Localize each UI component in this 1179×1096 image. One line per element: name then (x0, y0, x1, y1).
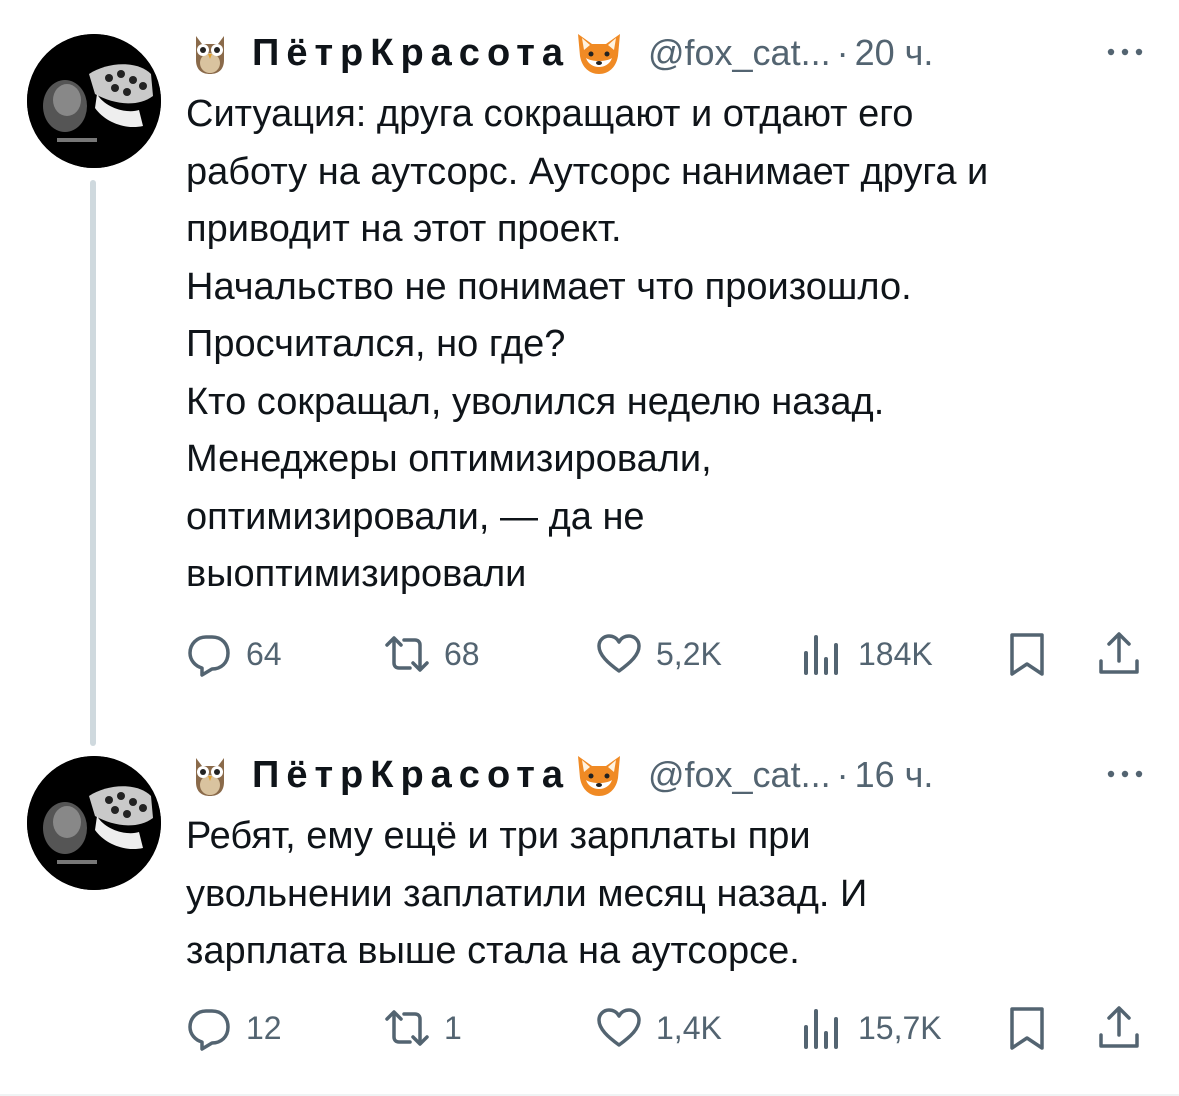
tweet[interactable]: ПётрКрасота @fox_cat... · 20 ч. Ситуация… (0, 0, 1179, 746)
tweet-header: ПётрКрасота @fox_cat... · 16 ч. (190, 750, 933, 800)
tweet-text-line: зарплата выше стала на аутсорсе. (186, 930, 800, 972)
views-button[interactable]: 15,7K (798, 1000, 942, 1056)
tweet-text-line: увольнении заплатили месяц назад. И (186, 872, 868, 915)
bookmark-icon (1010, 1007, 1044, 1050)
handle[interactable]: @fox_cat... (648, 754, 831, 796)
more-horizontal-icon[interactable] (1105, 42, 1145, 62)
retweet-count: 1 (444, 1009, 462, 1046)
views-button[interactable]: 184K (798, 626, 933, 682)
display-name[interactable]: ПётрКрасота (252, 754, 570, 797)
owl-icon (190, 752, 230, 798)
display-name[interactable]: ПётрКрасота (252, 32, 570, 75)
retweet-button[interactable]: 68 (384, 626, 480, 682)
tweet-text-line: Менеджеры оптимизировали, (186, 438, 712, 480)
tweet-text: Ситуация: друга сокращают и отдают его р… (186, 86, 1161, 604)
reply-icon (188, 635, 230, 677)
like-count: 1,4K (656, 1009, 722, 1046)
timestamp[interactable]: 20 ч. (855, 32, 934, 74)
tweet-text-line: Ситуация: друга сокращают и отдают его (186, 93, 914, 135)
tweet[interactable]: ПётрКрасота @fox_cat... · 16 ч. Ребят, е… (0, 720, 1179, 1090)
more-horizontal-icon[interactable] (1105, 764, 1145, 784)
timestamp[interactable]: 16 ч. (855, 754, 934, 796)
retweet-icon (385, 636, 429, 672)
like-count: 5,2K (656, 635, 722, 672)
share-icon (1099, 1006, 1139, 1048)
tweet-text-line: Кто сокращал, уволился неделю назад. (186, 380, 885, 423)
tweet-text-line: приводит на этот проект. (186, 208, 622, 250)
avatar[interactable] (27, 756, 161, 890)
bookmark-button[interactable] (1004, 626, 1050, 682)
share-button[interactable] (1096, 1000, 1142, 1056)
retweet-icon (385, 1010, 429, 1046)
reply-count: 12 (246, 1009, 282, 1046)
fox-face-icon (574, 752, 624, 798)
tweet-text-line: оптимизировали, — да не (186, 495, 645, 538)
heart-icon (597, 634, 641, 673)
tweet-text-line: Просчитался, но где? (186, 323, 566, 365)
bookmark-icon (1010, 633, 1044, 676)
views-icon (804, 635, 838, 675)
tweet-text-line: Ребят, ему ещё и три зарплаты при (186, 815, 811, 857)
bookmark-button[interactable] (1004, 1000, 1050, 1056)
share-icon (1099, 632, 1139, 674)
tweet-text-line: Начальство не понимает что произошло. (186, 265, 912, 308)
retweet-button[interactable]: 1 (384, 1000, 462, 1056)
views-count: 15,7K (858, 1009, 942, 1046)
views-count: 184K (858, 635, 933, 672)
tweet-text-line: выоптимизировали (186, 553, 527, 595)
fox-face-icon (574, 30, 624, 76)
tweet-text: Ребят, ему ещё и три зарплаты при увольн… (186, 808, 1161, 981)
like-button[interactable]: 5,2K (596, 626, 722, 682)
action-bar: 64 68 5,2K 184K (0, 626, 1179, 682)
share-button[interactable] (1096, 626, 1142, 682)
tweet-text-line: работу на аутсорс. Аутсорс нанимает друг… (186, 150, 989, 193)
separator-dot: · (836, 754, 849, 795)
views-icon (804, 1009, 838, 1049)
action-bar: 12 1 1,4K 15,7K (0, 1000, 1179, 1056)
reply-button[interactable]: 64 (186, 626, 282, 682)
reply-icon (188, 1009, 230, 1051)
tweet-header: ПётрКрасота @fox_cat... · 20 ч. (190, 28, 933, 78)
heart-icon (597, 1008, 641, 1047)
handle[interactable]: @fox_cat... (648, 32, 831, 74)
avatar[interactable] (27, 34, 161, 168)
retweet-count: 68 (444, 635, 480, 672)
reply-count: 64 (246, 635, 282, 672)
owl-icon (190, 30, 230, 76)
reply-button[interactable]: 12 (186, 1000, 282, 1056)
separator-dot: · (836, 32, 849, 73)
like-button[interactable]: 1,4K (596, 1000, 722, 1056)
